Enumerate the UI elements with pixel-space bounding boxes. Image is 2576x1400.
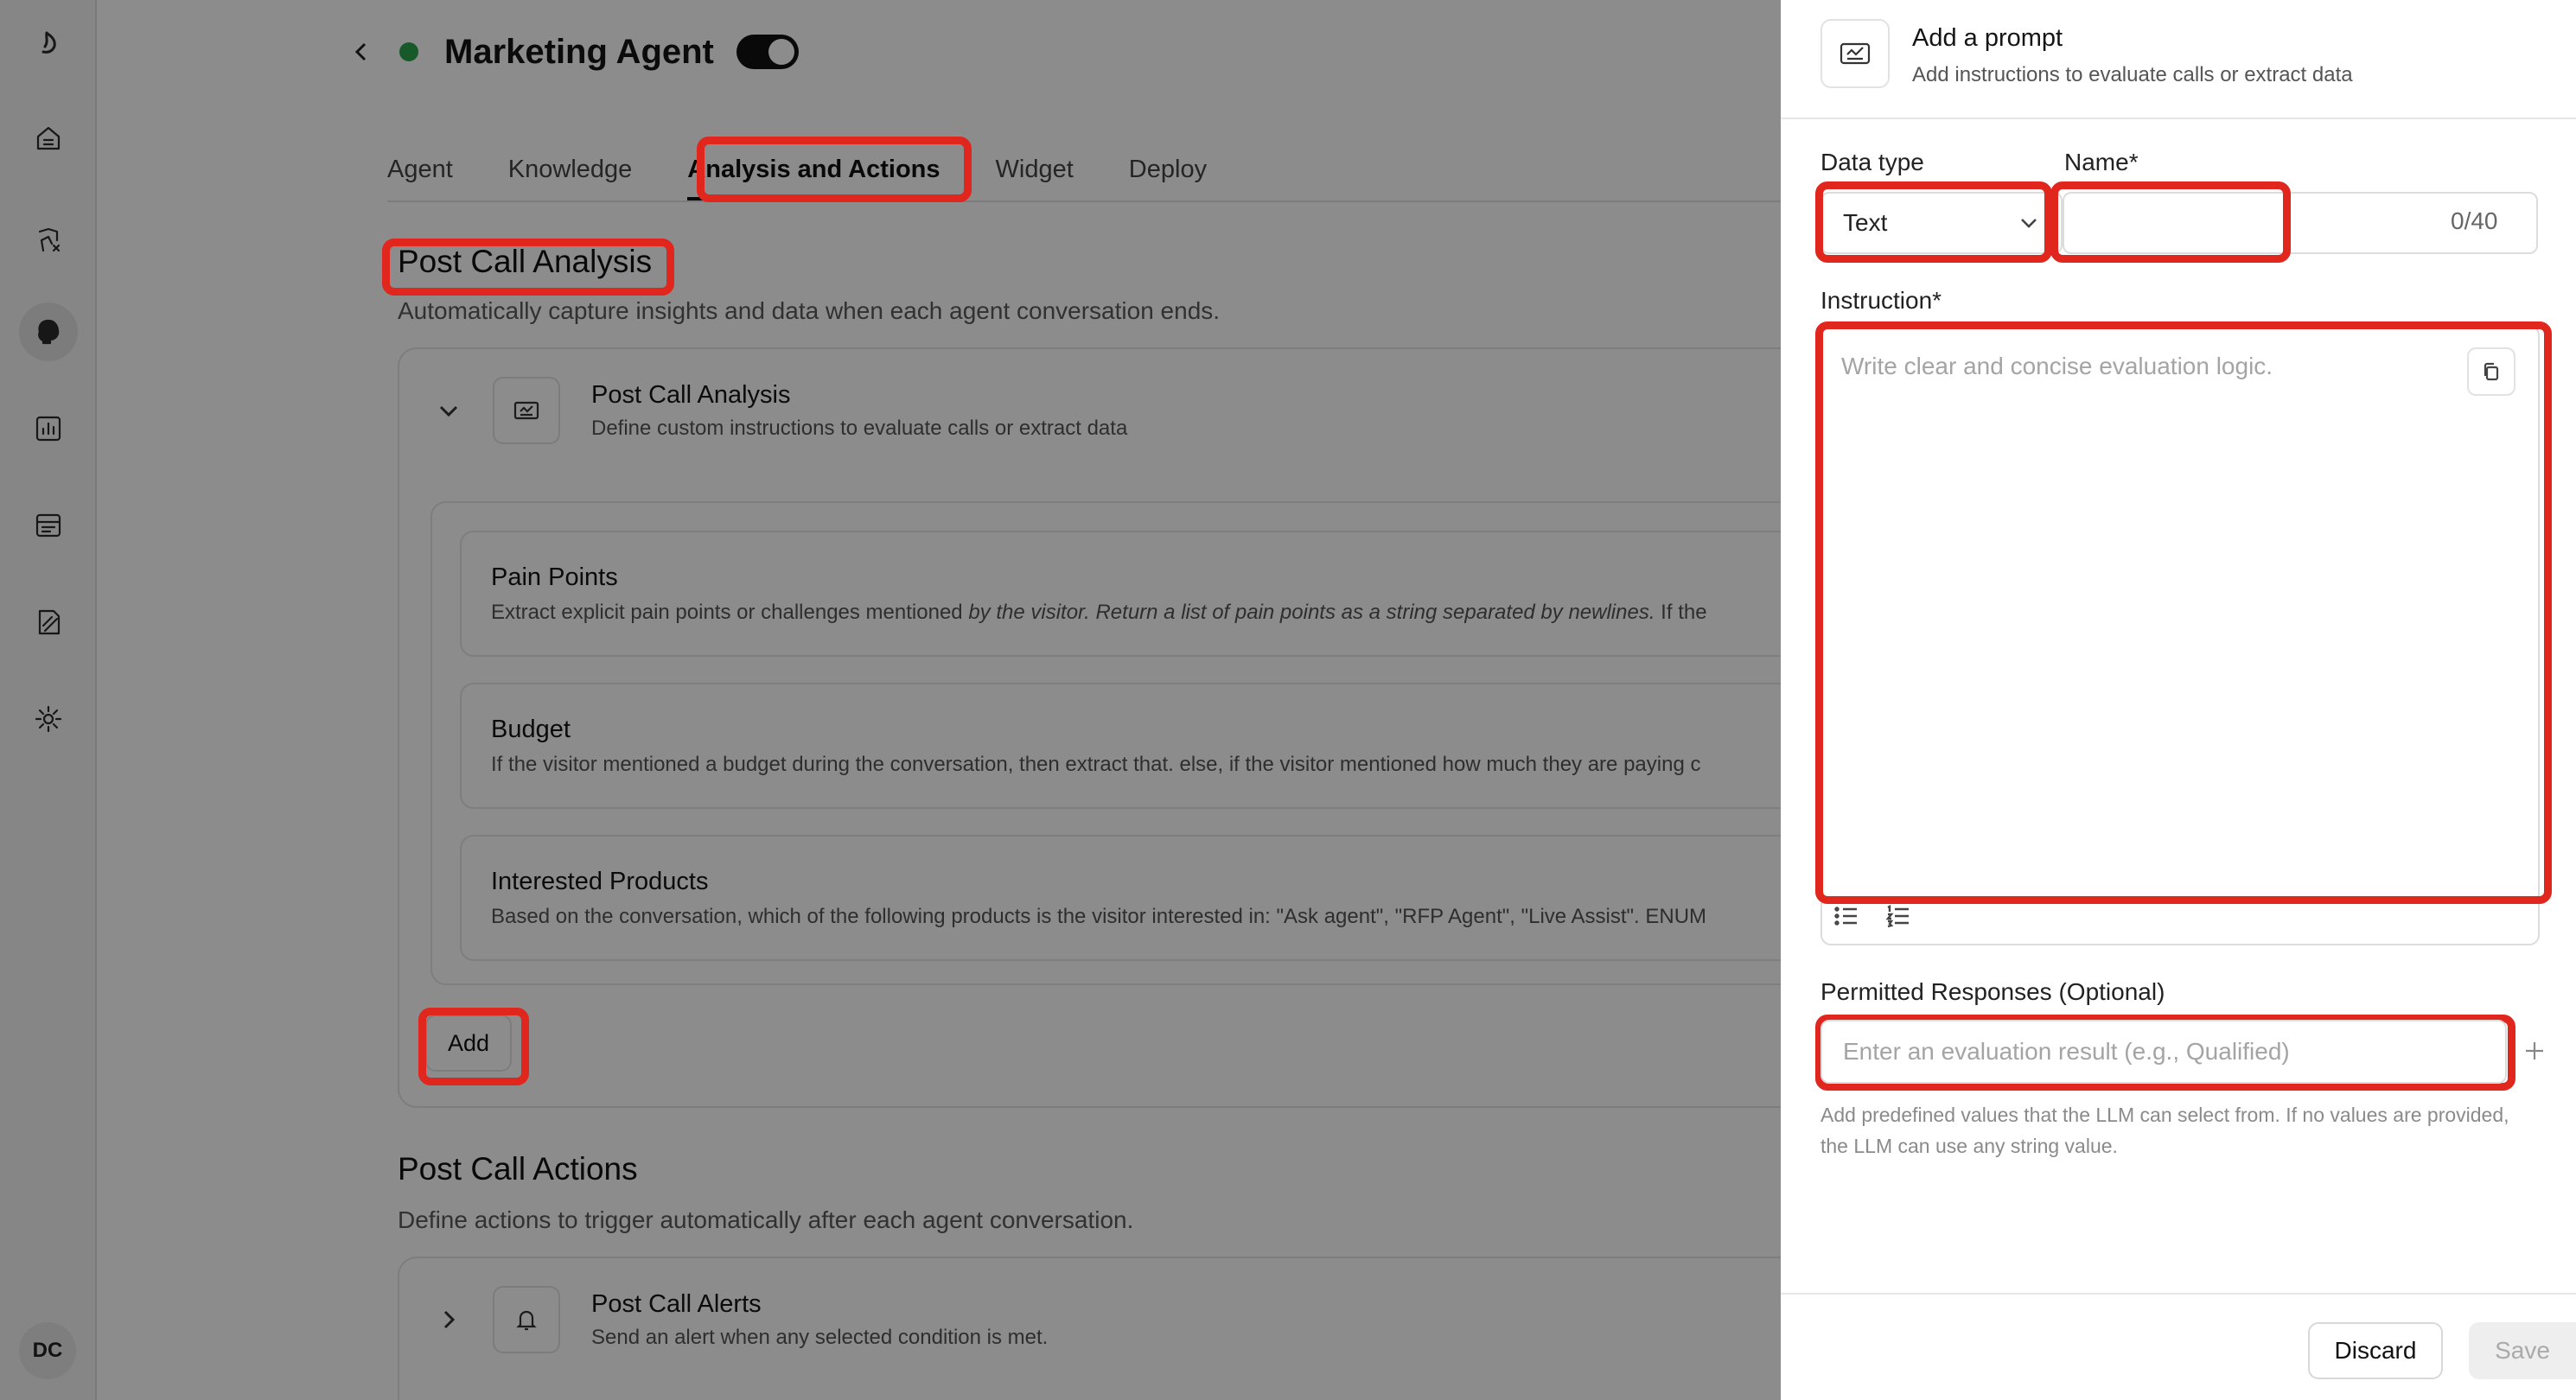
numbered-list-button[interactable]: [1883, 900, 1914, 932]
data-type-value: Text: [1843, 209, 1888, 236]
prompt-icon: [1820, 19, 1890, 88]
name-char-counter: 0/40: [2451, 207, 2498, 234]
divider: [1781, 118, 2576, 119]
plus-icon: [2526, 1042, 2543, 1060]
modal-backdrop[interactable]: [0, 0, 1781, 1400]
instruction-textarea[interactable]: [1841, 353, 2446, 871]
numbered-list-icon: [1885, 905, 1909, 928]
bullet-list-icon: [1834, 907, 1857, 926]
data-type-select[interactable]: Text: [1820, 192, 2063, 254]
permitted-responses-help: Add predefined values that the LLM can s…: [1820, 1104, 2509, 1157]
discard-button[interactable]: Discard: [2308, 1322, 2443, 1379]
drawer-subtitle: Add instructions to evaluate calls or ex…: [1912, 63, 2353, 86]
copy-button[interactable]: [2467, 347, 2515, 396]
add-prompt-drawer: Add a prompt Add instructions to evaluat…: [1781, 0, 2576, 1400]
save-button[interactable]: Save: [2469, 1322, 2576, 1379]
footer-divider: [1781, 1293, 2576, 1295]
drawer-header: Add a prompt Add instructions to evaluat…: [1820, 19, 2353, 88]
permitted-responses-label: Permitted Responses (Optional): [1820, 978, 2165, 1005]
drawer-title: Add a prompt: [1912, 24, 2063, 52]
bullet-list-button[interactable]: [1831, 900, 1862, 932]
chevron-down-icon: [2021, 219, 2037, 228]
instruction-label: Instruction*: [1820, 287, 1942, 314]
permitted-response-input[interactable]: [1820, 1020, 2507, 1084]
name-label: Name*: [2064, 149, 2139, 175]
data-type-label: Data type: [1820, 149, 1924, 175]
copy-icon: [2484, 362, 2499, 381]
name-field[interactable]: [2075, 200, 2446, 245]
add-response-button[interactable]: [2517, 1034, 2552, 1068]
